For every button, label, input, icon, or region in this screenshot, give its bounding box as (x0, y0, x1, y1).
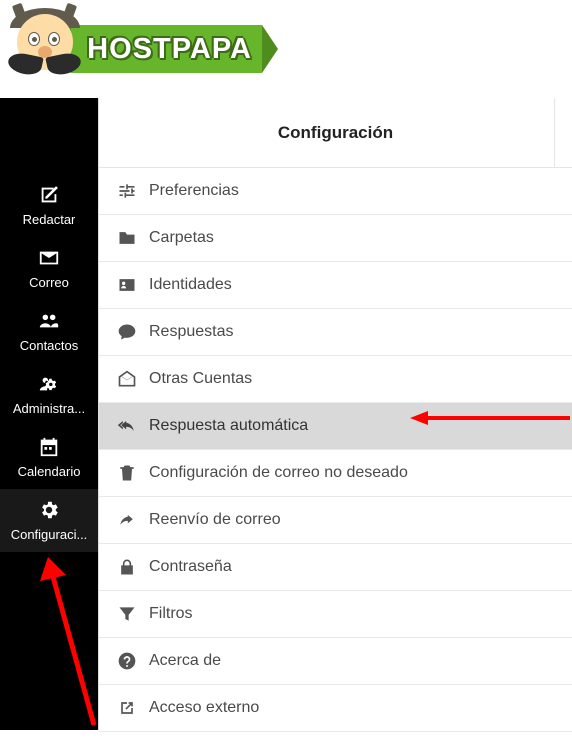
settings-item-label: Acerca de (149, 652, 221, 670)
sidebar-item-settings[interactable]: Configuraci... (0, 489, 98, 552)
settings-item-label: Contraseña (149, 558, 232, 576)
settings-item-forward[interactable]: Reenvío de correo (99, 497, 572, 544)
gear-icon (35, 499, 63, 521)
settings-item-other-accounts[interactable]: Otras Cuentas (99, 356, 572, 403)
logo-banner: HOSTPAPA (71, 25, 262, 73)
settings-item-label: Carpetas (149, 229, 214, 247)
settings-item-folders[interactable]: Carpetas (99, 215, 572, 262)
lock-icon (113, 557, 141, 577)
sidebar-item-mail[interactable]: Correo (0, 237, 98, 300)
sidebar-item-label: Administra... (13, 401, 85, 416)
app-frame: Redactar Correo Contactos Administra... (0, 98, 572, 730)
hostpapa-logo: HOSTPAPA (10, 0, 270, 98)
settings-item-label: Acceso externo (149, 699, 259, 717)
filter-icon (113, 604, 141, 624)
reply-all-icon (113, 416, 141, 436)
sidebar-nav: Redactar Correo Contactos Administra... (0, 98, 98, 730)
id-card-icon (113, 275, 141, 295)
calendar-icon (35, 436, 63, 458)
settings-item-label: Respuestas (149, 323, 234, 341)
settings-item-preferences[interactable]: Preferencias (99, 168, 572, 215)
folder-icon (113, 228, 141, 248)
settings-item-label: Filtros (149, 605, 193, 623)
settings-item-identities[interactable]: Identidades (99, 262, 572, 309)
sidebar-item-label: Configuraci... (11, 527, 88, 542)
settings-item-label: Respuesta automática (149, 417, 308, 435)
settings-item-password[interactable]: Contraseña (99, 544, 572, 591)
compose-icon (35, 184, 63, 206)
sidebar-item-label: Redactar (23, 212, 76, 227)
sidebar-item-admin[interactable]: Administra... (0, 363, 98, 426)
settings-item-responses[interactable]: Respuestas (99, 309, 572, 356)
help-icon (113, 651, 141, 671)
sidebar-item-calendar[interactable]: Calendario (0, 426, 98, 489)
panel-divider (554, 98, 572, 168)
settings-panel: Configuración Preferencias Carpetas Iden (98, 98, 572, 730)
sidebar-item-label: Calendario (18, 464, 81, 479)
sidebar-item-compose[interactable]: Redactar (0, 174, 98, 237)
sidebar-item-label: Contactos (20, 338, 79, 353)
sidebar-item-contacts[interactable]: Contactos (0, 300, 98, 363)
forward-icon (113, 510, 141, 530)
speech-icon (113, 322, 141, 342)
mascot-icon (10, 10, 79, 88)
settings-item-filters[interactable]: Filtros (99, 591, 572, 638)
sliders-icon (113, 181, 141, 201)
settings-item-label: Configuración de correo no deseado (149, 464, 408, 482)
settings-list: Preferencias Carpetas Identidades Respue… (99, 168, 572, 732)
contacts-icon (35, 310, 63, 332)
settings-item-label: Preferencias (149, 182, 239, 200)
sidebar-item-label: Correo (29, 275, 69, 290)
settings-item-spam[interactable]: Configuración de correo no deseado (99, 450, 572, 497)
panel-title: Configuración (99, 98, 572, 168)
settings-item-label: Otras Cuentas (149, 370, 252, 388)
envelope-open-icon (113, 369, 141, 389)
settings-item-autoresponder[interactable]: Respuesta automática (99, 403, 572, 450)
settings-item-label: Reenvío de correo (149, 511, 281, 529)
settings-item-external-access[interactable]: Acceso externo (99, 685, 572, 732)
settings-item-about[interactable]: Acerca de (99, 638, 572, 685)
external-link-icon (113, 698, 141, 718)
mail-icon (35, 247, 63, 269)
settings-item-label: Identidades (149, 276, 232, 294)
admin-icon (35, 373, 63, 395)
trash-icon (113, 463, 141, 483)
logo-text: HOSTPAPA (87, 33, 252, 66)
